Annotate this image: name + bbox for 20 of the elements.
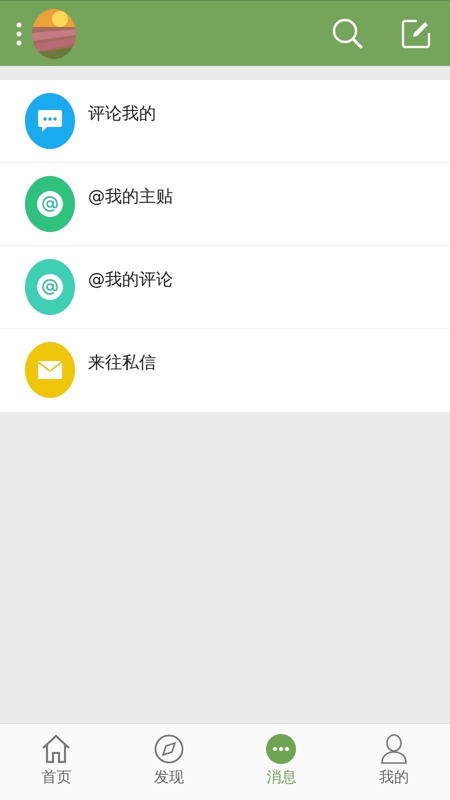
envelope-icon [38, 361, 62, 379]
tab[interactable]: 我的 [338, 724, 450, 800]
compass-icon [154, 734, 184, 764]
list-item[interactable]: 评论我的 [0, 80, 450, 163]
more-icon[interactable] [16, 22, 22, 46]
tab[interactable]: 首页 [0, 724, 112, 800]
list-item[interactable]: @我的评论 [0, 246, 450, 329]
person-icon [380, 734, 407, 764]
tab[interactable]: 发现 [112, 724, 225, 800]
list-item[interactable]: @我的主贴 [0, 163, 450, 246]
item-label: 评论我的 [88, 103, 156, 125]
home-icon [41, 734, 72, 764]
at-sign-icon [37, 191, 63, 217]
speech-bubble-icon [37, 109, 63, 133]
at-sign-icon [37, 274, 63, 300]
item-label: @我的主贴 [88, 186, 173, 208]
list-item[interactable]: 来往私信 [0, 329, 450, 412]
chat-bubble-icon [266, 734, 296, 764]
item-label: 来往私信 [88, 352, 156, 374]
item-label: @我的评论 [88, 269, 173, 291]
